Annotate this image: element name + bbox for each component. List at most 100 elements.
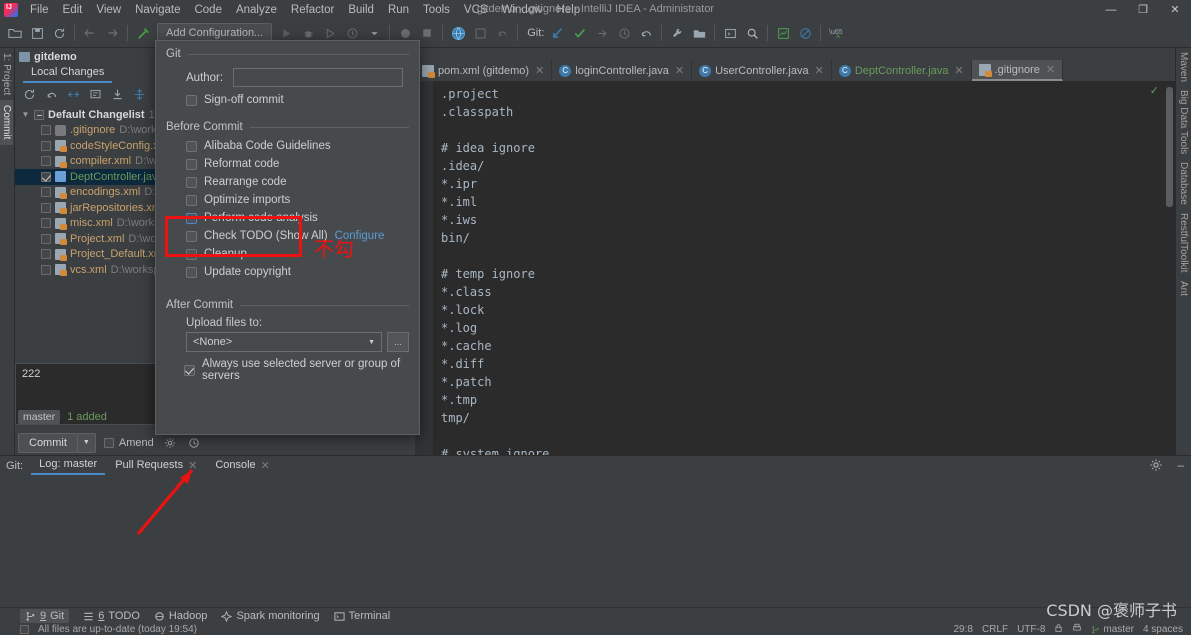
status-tab-todo[interactable]: 6 TODO — [83, 610, 140, 622]
analyze-chart-icon[interactable] — [772, 22, 794, 44]
status-tool-tabs[interactable]: 9 Git 6 TODO Hadoop Spark monitoring Termi… — [0, 607, 1191, 624]
status-tab-terminal[interactable]: Terminal — [334, 610, 390, 622]
build-hammer-icon[interactable] — [132, 22, 154, 44]
file-checkbox[interactable] — [41, 202, 51, 213]
cleanup-checkbox[interactable] — [186, 248, 197, 260]
project-structure-icon[interactable] — [688, 22, 710, 44]
back-arrow-icon[interactable] — [79, 22, 101, 44]
tab-pom-xml[interactable]: pom.xml (gitdemo) ✕ — [415, 60, 553, 81]
editor-tab-bar[interactable]: pom.xml (gitdemo) ✕ C loginController.ja… — [415, 60, 1175, 81]
menu-item-file[interactable]: File — [23, 2, 56, 18]
file-checkbox[interactable] — [41, 233, 51, 244]
file-checkbox[interactable] — [41, 171, 51, 182]
tab-dept-controller[interactable]: C DeptController.java ✕ — [832, 60, 972, 81]
code-editor[interactable]: .project .classpath # idea ignore .idea/… — [415, 81, 1175, 455]
amend-checkbox-group[interactable]: Amend — [103, 437, 154, 449]
update-project-globe-icon[interactable] — [447, 22, 469, 44]
menu-item-help[interactable]: Help — [549, 2, 587, 18]
perform-code-analysis-checkbox[interactable] — [186, 212, 197, 224]
tab-login-controller[interactable]: C loginController.java ✕ — [552, 60, 693, 81]
close-icon[interactable]: ✕ — [1046, 63, 1055, 76]
left-tool-strip[interactable]: 1: Project Commit — [0, 48, 15, 455]
commit-changes-icon[interactable] — [469, 22, 491, 44]
upload-server-row[interactable]: <None> ▼ ... — [156, 332, 419, 352]
always-use-server-row[interactable]: Always use selected server or group of s… — [156, 352, 419, 385]
menu-item-refactor[interactable]: Refactor — [284, 2, 341, 18]
optimize-imports-checkbox[interactable] — [186, 194, 197, 206]
sidebar-item-database[interactable]: Database — [1176, 158, 1191, 209]
editor-content[interactable]: .project .classpath # idea ignore .idea/… — [441, 85, 549, 455]
close-icon[interactable]: ✕ — [535, 64, 544, 77]
update-copyright-checkbox[interactable] — [186, 266, 197, 278]
sidebar-item-commit[interactable]: Commit — [0, 100, 13, 145]
move-to-changelist-icon[interactable] — [129, 84, 149, 104]
reformat-checkbox[interactable] — [186, 158, 197, 170]
close-icon[interactable]: ✕ — [261, 459, 270, 472]
maximize-button[interactable]: ❐ — [1127, 0, 1159, 19]
print-icon[interactable] — [1072, 623, 1082, 635]
check-todo-checkbox[interactable] — [186, 230, 197, 242]
menu-bar[interactable]: File Edit View Navigate Code Analyze Ref… — [23, 0, 587, 19]
commit-dropdown-icon[interactable]: ▼ — [77, 432, 96, 453]
shelve-icon[interactable] — [107, 84, 127, 104]
status-tab-spark-monitoring[interactable]: Spark monitoring — [221, 610, 320, 622]
option-check-todo[interactable]: Check TODO (Show All) Configure — [156, 227, 419, 245]
chevron-down-icon[interactable]: ▼ — [368, 339, 375, 346]
option-rearrange-code[interactable]: Rearrange code — [156, 173, 419, 191]
always-use-server-checkbox[interactable] — [184, 364, 195, 376]
file-checkbox[interactable] — [41, 156, 51, 167]
window-controls[interactable]: — ❐ ✕ — [1095, 0, 1191, 19]
minimize-button[interactable]: — — [1095, 0, 1127, 19]
update-project-checkmark-icon[interactable] — [547, 22, 569, 44]
sidebar-item-big-data-tools[interactable]: Big Data Tools — [1176, 86, 1191, 158]
option-optimize-imports[interactable]: Optimize imports — [156, 191, 419, 209]
author-input[interactable] — [233, 68, 403, 87]
file-checkbox[interactable] — [41, 249, 51, 260]
settings-wrench-icon[interactable] — [666, 22, 688, 44]
open-folder-icon[interactable] — [4, 22, 26, 44]
close-button[interactable]: ✕ — [1159, 0, 1191, 19]
author-row[interactable]: Author: — [156, 62, 419, 91]
sidebar-item-restfultoolkit[interactable]: RestfulToolkit — [1176, 209, 1191, 276]
statusbar-branch[interactable]: master — [1091, 624, 1134, 635]
status-tab-git[interactable]: 9 Git — [20, 609, 70, 623]
revert-icon[interactable] — [491, 22, 513, 44]
option-update-copyright[interactable]: Update copyright — [156, 263, 419, 281]
caret-position[interactable]: 29:8 — [953, 624, 972, 635]
file-checkbox[interactable] — [41, 125, 51, 136]
rearrange-checkbox[interactable] — [186, 176, 197, 188]
chevron-down-icon[interactable]: ▼ — [21, 110, 30, 119]
tab-gitignore[interactable]: .gitignore ✕ — [971, 60, 1064, 81]
menu-item-view[interactable]: View — [89, 2, 128, 18]
commit-checkmark-icon[interactable] — [569, 22, 591, 44]
amend-checkbox[interactable] — [103, 437, 114, 448]
right-tool-strip[interactable]: Maven Big Data Tools Database RestfulToo… — [1175, 48, 1191, 455]
menu-item-edit[interactable]: Edit — [56, 2, 90, 18]
edit-source-icon[interactable] — [85, 84, 105, 104]
menu-item-run[interactable]: Run — [381, 2, 416, 18]
save-all-icon[interactable] — [26, 22, 48, 44]
hide-panel-icon[interactable]: – — [1177, 458, 1184, 472]
close-icon[interactable]: ✕ — [815, 64, 824, 77]
commit-options-gear-icon[interactable] — [162, 435, 178, 451]
option-reformat-code[interactable]: Reformat code — [156, 155, 419, 173]
sign-off-checkbox[interactable] — [186, 94, 197, 106]
editor-scrollbar[interactable] — [1166, 87, 1173, 207]
indent-setting[interactable]: 4 spaces — [1143, 624, 1183, 635]
sync-icon[interactable] — [48, 22, 70, 44]
file-checkbox[interactable] — [41, 140, 51, 151]
menu-item-navigate[interactable]: Navigate — [128, 2, 187, 18]
commit-history-clock-icon[interactable] — [186, 435, 202, 451]
tab-local-changes[interactable]: Local Changes — [23, 64, 113, 83]
rollback-icon[interactable] — [41, 84, 61, 104]
status-tab-hadoop[interactable]: Hadoop — [154, 610, 207, 622]
menu-item-build[interactable]: Build — [341, 2, 381, 18]
menu-item-analyze[interactable]: Analyze — [229, 2, 284, 18]
alibaba-checkbox[interactable] — [186, 140, 197, 152]
sidebar-item-maven[interactable]: Maven — [1176, 48, 1191, 86]
file-checkbox[interactable] — [41, 264, 51, 275]
commit-button[interactable]: Commit — [18, 432, 78, 453]
commit-options-popup[interactable]: Git Author: Sign-off commit Before Commi… — [155, 40, 420, 435]
line-separator[interactable]: CRLF — [982, 624, 1008, 635]
upload-server-select[interactable]: <None> ▼ — [186, 332, 382, 352]
